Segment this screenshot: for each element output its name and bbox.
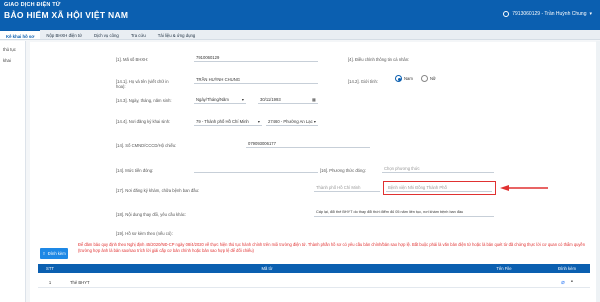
main-nav: Kê khai hồ sơ Nộp BHXH điện tử Dịch vụ c… xyxy=(0,30,600,40)
dieu-chinh-label: [4]. Điều chỉnh thông tin cá nhân: xyxy=(348,57,410,62)
attach-button[interactable]: ⇪ Đính kèm xyxy=(40,248,68,259)
muc-tien-field[interactable] xyxy=(194,165,318,173)
highlight-box xyxy=(383,181,496,195)
nav-dich-vu-cong[interactable]: Dịch vụ công xyxy=(88,30,125,39)
table-row: 1 Thẻ BHYT ⌀ ▪ xyxy=(38,277,590,288)
col-dinh-kem: Đính kèm xyxy=(558,266,576,271)
warning-text: Để đảm bảo quy định theo Nghị định 45/20… xyxy=(78,242,585,253)
row-stt: 1 xyxy=(48,279,52,285)
phuong-thuc-select[interactable]: Chọn phương thức xyxy=(382,165,494,173)
province-select[interactable]: 79 - Thành phố Hồ Chí Minh ▾ xyxy=(194,118,262,126)
ward-select[interactable]: 27460 - Phường An Lạc ▾ xyxy=(266,118,318,126)
sidebar: thủ tục khai xyxy=(0,41,26,302)
gioi-tinh-label: [14.2]. Giới tính: xyxy=(348,79,378,84)
user-icon xyxy=(503,11,510,17)
noi-dung-label: [18]. Nội dung thay đổi, yêu cầu khác: xyxy=(116,212,187,217)
arrow-left-icon xyxy=(500,185,548,191)
nav-tai-lieu[interactable]: Tài liệu & ứng dụng xyxy=(152,30,202,39)
gender-female-radio[interactable]: Nữ xyxy=(421,75,436,82)
nav-ke-khai[interactable]: Kê khai hồ sơ xyxy=(0,30,41,39)
gender-male-radio[interactable]: Nam xyxy=(395,75,413,82)
app-header: GIAO DỊCH ĐIỆN TỬ BẢO HIỂM XÃ HỘI VIỆT N… xyxy=(0,0,600,30)
brand-title: BẢO HIỂM XÃ HỘI VIỆT NAM xyxy=(4,9,129,20)
chevron-down-icon: ▾ xyxy=(589,11,592,17)
trash-icon[interactable]: ▪ xyxy=(571,279,573,286)
radio-empty-icon xyxy=(421,75,428,82)
chevron-down-icon: ▾ xyxy=(313,119,316,124)
brand[interactable]: GIAO DỊCH ĐIỆN TỬ BẢO HIỂM XÃ HỘI VIỆT N… xyxy=(4,2,129,20)
ho-ten-field[interactable]: TRẦN HUỲNH CHUNG xyxy=(194,76,318,84)
noi-kcb-label: [17]. Nơi đăng ký khám, chữa bệnh ban đầ… xyxy=(116,188,200,193)
chevron-down-icon: ▾ xyxy=(241,97,244,102)
ma-so-bhxh-field[interactable]: 7910060129 xyxy=(194,54,318,62)
sidebar-item-thu-tuc[interactable]: thủ tục xyxy=(0,41,25,52)
row-actions: ⌀ ▪ xyxy=(544,279,590,286)
user-label: 7913060129 - Trần Huỳnh Chung xyxy=(512,11,587,17)
user-menu[interactable]: 7913060129 - Trần Huỳnh Chung ▾ xyxy=(503,11,592,17)
nav-tra-cuu[interactable]: Tra cứu xyxy=(125,30,152,39)
sidebar-item-khai[interactable]: khai xyxy=(0,52,25,63)
ma-so-bhxh-label: [1]. Mã số BHXH: xyxy=(116,57,149,62)
cmnd-field[interactable]: 079093006177 xyxy=(246,140,370,148)
nav-nop-bhxh[interactable]: Nộp BHXH điện tử xyxy=(40,30,88,39)
col-ma-to: Mã tờ xyxy=(261,266,273,271)
paperclip-icon[interactable]: ⌀ xyxy=(561,279,565,286)
ngay-sinh-label: [14.3]. Ngày, tháng, năm sinh: xyxy=(116,98,172,103)
row-name: Thẻ BHYT xyxy=(70,279,90,285)
brand-subtitle: GIAO DỊCH ĐIỆN TỬ xyxy=(4,2,61,8)
form-panel: [1]. Mã số BHXH: 7910060129 [4]. Điều ch… xyxy=(30,42,596,302)
scrollbar[interactable] xyxy=(596,41,600,302)
ho-ten-label: [14.1]. Họ và tên (viết chữ in hoa): xyxy=(116,79,169,89)
birthdate-input[interactable]: 30/11/1993 ▦ xyxy=(258,96,318,104)
ho-so-label: [19]. Hồ sơ kèm theo (nếu có): xyxy=(116,231,173,236)
col-stt: STT xyxy=(46,266,54,271)
date-format-select[interactable]: Ngày/Tháng/Năm ▾ xyxy=(194,96,246,104)
chevron-down-icon: ▾ xyxy=(257,119,260,124)
muc-tien-label: [14]. Mức tiền đóng: xyxy=(116,168,154,173)
table-header: STT Mã tờ Tên File Đính kèm xyxy=(38,264,590,273)
radio-selected-icon xyxy=(395,75,402,82)
upload-icon: ⇪ xyxy=(42,251,46,256)
calendar-icon: ▦ xyxy=(312,97,316,102)
noi-khai-sinh-label: [14.4]. Nơi đăng ký khai sinh: xyxy=(116,119,171,124)
cmnd-label: [14]. Số CMND/CCCD/Hộ chiếu: xyxy=(116,143,177,148)
noi-dung-field[interactable]: Cấp lại, đổi thẻ BHYT do thay đổi thời đ… xyxy=(314,209,494,217)
phuong-thuc-label: [16]. Phương thức đóng: xyxy=(320,168,366,173)
kcb-province-select[interactable]: Thành phố Hồ Chí Minh xyxy=(314,184,380,192)
col-ten-file: Tên File xyxy=(496,266,512,271)
